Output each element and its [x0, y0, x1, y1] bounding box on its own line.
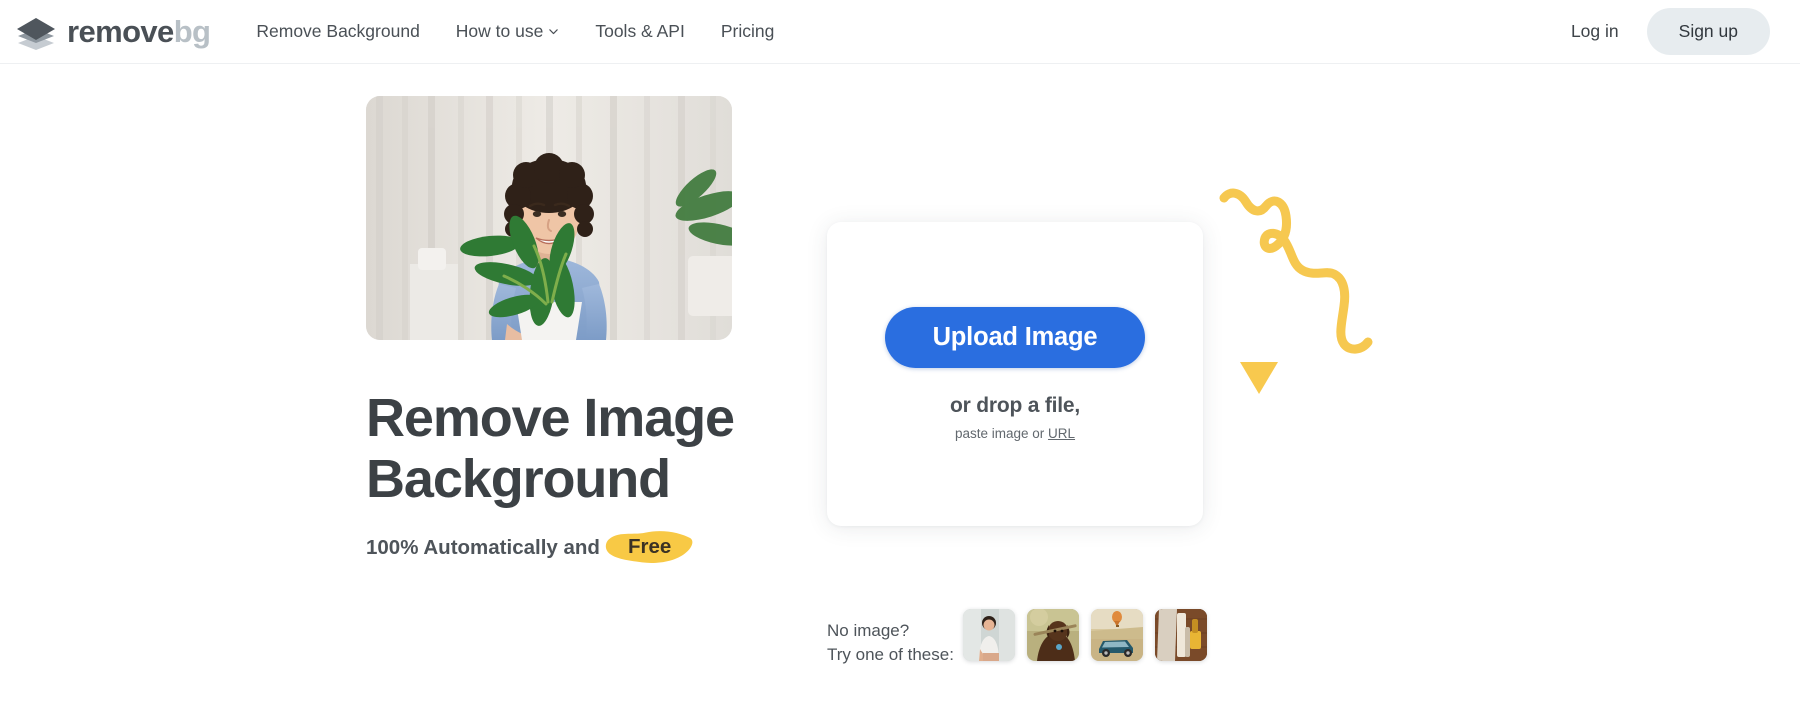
signup-button[interactable]: Sign up — [1646, 8, 1770, 55]
sample-man-sitting-image — [963, 609, 1015, 661]
nav-item-remove-background[interactable]: Remove Background — [238, 21, 437, 42]
upload-dropzone[interactable]: Upload Image or drop a file, paste image… — [827, 222, 1203, 526]
yellow-squiggle-decoration — [1219, 188, 1373, 394]
sample-thumbnail-dog-with-stick[interactable] — [1027, 609, 1079, 661]
sample-label-line1: No image? — [827, 621, 910, 640]
site-header: removebg Remove Background How to use To… — [0, 0, 1800, 64]
main-navigation: Remove Background How to use Tools & API… — [238, 21, 792, 42]
sample-paint-roller-image — [1155, 609, 1207, 661]
chevron-down-icon — [549, 29, 559, 35]
paste-hint-text: paste image or — [954, 426, 1045, 441]
main-content: Remove Image Background 100% Automatical… — [0, 64, 1800, 701]
sample-thumbnails — [963, 609, 1207, 661]
sample-thumbnail-man-sitting[interactable] — [963, 609, 1015, 661]
logo[interactable]: removebg — [14, 10, 211, 54]
yellow-triangle-decoration — [1240, 362, 1278, 394]
sample-thumbnail-paint-roller[interactable] — [1155, 609, 1207, 661]
sample-dog-with-stick-image — [1027, 609, 1079, 661]
logo-text-bg: bg — [173, 14, 211, 49]
hero-photo — [366, 96, 732, 340]
logo-text-remove: remove — [67, 14, 174, 49]
nav-label: How to use — [455, 21, 544, 41]
login-link[interactable]: Log in — [1549, 11, 1641, 52]
layers-diamond-icon — [17, 17, 55, 50]
nav-label: Remove Background — [256, 21, 420, 41]
drop-file-label: or drop a file, — [949, 394, 1080, 417]
page-title-line2: Background — [366, 449, 671, 510]
page-title-line1: Remove Image — [366, 388, 735, 448]
hero-subtitle-text: 100% Automatically and — [366, 535, 600, 559]
paste-hint: paste image or URL — [955, 426, 1075, 441]
logo-text: removebg — [67, 14, 211, 49]
upload-image-button[interactable]: Upload Image — [884, 307, 1146, 368]
paste-url-link[interactable]: URL — [1048, 426, 1075, 441]
free-badge-label: Free — [627, 535, 672, 559]
sample-thumbnail-car-balloon[interactable] — [1091, 609, 1143, 661]
sample-images-label: No image? Try one of these: — [827, 609, 963, 667]
nav-label: Pricing — [720, 21, 775, 41]
free-badge: Free — [605, 531, 693, 563]
man-holding-plant-photo — [366, 96, 732, 340]
header-actions: Log in Sign up — [1549, 8, 1770, 55]
nav-item-pricing[interactable]: Pricing — [703, 21, 793, 42]
nav-item-tools-api[interactable]: Tools & API — [577, 21, 703, 42]
page-title: Remove Image Background — [366, 388, 786, 510]
sample-label-line2: Try one of these: — [827, 645, 954, 665]
nav-label: Tools & API — [595, 21, 685, 41]
hero-subtitle: 100% Automatically and Free — [366, 531, 786, 563]
hero-left-column: Remove Image Background 100% Automatical… — [366, 96, 786, 563]
nav-item-how-to-use[interactable]: How to use — [438, 21, 578, 42]
sample-images-section: No image? Try one of these: — [827, 609, 1207, 667]
sample-car-hot-air-balloon-image — [1091, 609, 1143, 661]
